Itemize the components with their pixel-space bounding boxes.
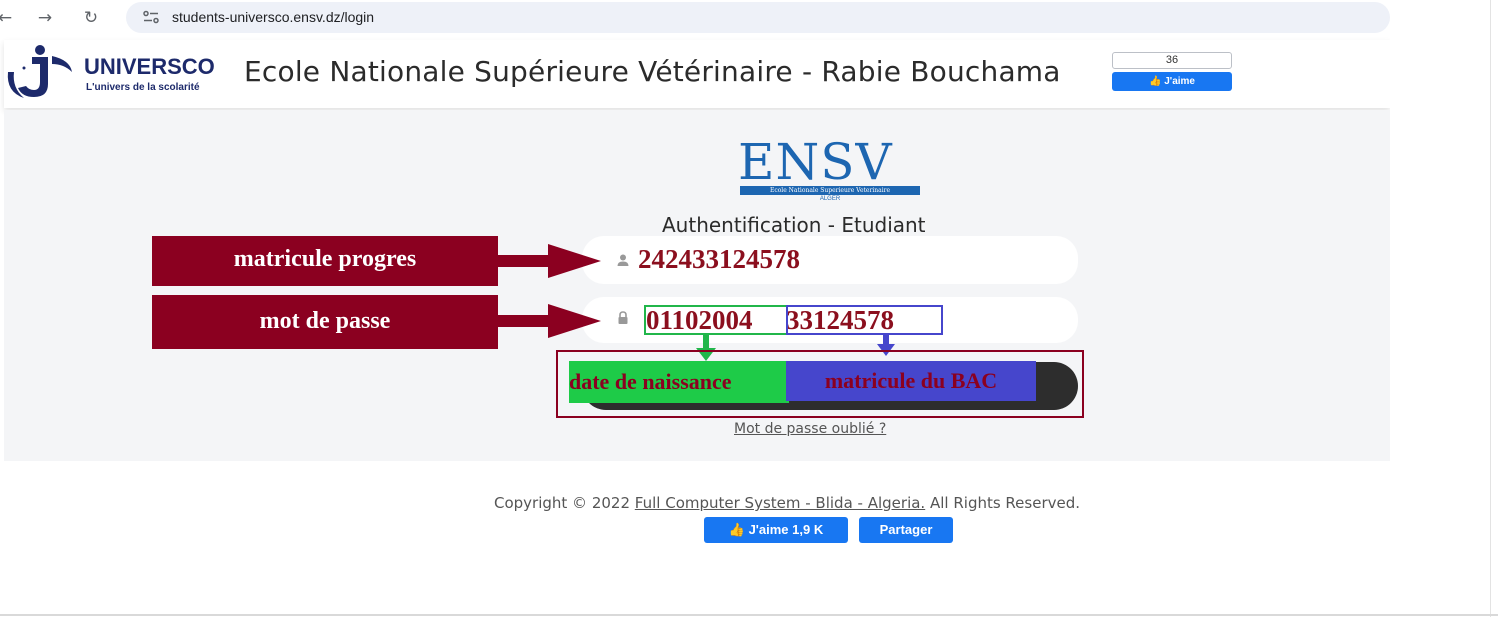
school-title: Ecole Nationale Supérieure Vétérinaire -… [244, 55, 1061, 88]
fb-like-button[interactable]: 👍 J'aime [1112, 72, 1232, 91]
arrow-right-username-icon [498, 244, 601, 278]
universco-logo-icon[interactable] [4, 42, 78, 102]
callout-password: mot de passe [152, 295, 498, 349]
date-tag-label: date de naissance [569, 369, 732, 394]
ensv-logo: ENSV Ecole Nationale Superieure Veterina… [738, 136, 924, 206]
forward-arrow-icon[interactable]: → [34, 7, 56, 29]
footer-share-label: Partager [879, 522, 933, 537]
callout-username-label: matricule progres [233, 246, 417, 272]
copyright-company-link[interactable]: Full Computer System - Blida - Algeria. [635, 494, 925, 512]
copyright-suffix: All Rights Reserved. [929, 494, 1081, 512]
bac-tag: matricule du BAC [786, 361, 1036, 401]
callout-username: matricule progres [152, 236, 498, 286]
thumbs-up-icon: 👍 [1149, 76, 1165, 87]
reload-icon[interactable]: ↻ [80, 7, 102, 29]
ensv-logo-city: ALGER [819, 196, 841, 202]
footer-share-button[interactable]: Partager [859, 517, 953, 543]
ensv-logo-text: ENSV [738, 133, 893, 191]
page-right-margin [1390, 36, 1498, 617]
scrollbar-track[interactable] [1490, 0, 1491, 617]
brand-tagline: L'univers de la scolarité [86, 82, 200, 93]
ensv-logo-band: Ecole Nationale Superieure Veterinaire [740, 186, 920, 195]
username-value[interactable]: 242433124578 [638, 244, 800, 275]
lock-icon [618, 311, 628, 324]
site-header: UNIVERSCO L'univers de la scolarité Ecol… [4, 40, 1390, 108]
user-icon [617, 254, 629, 266]
url-text[interactable]: students-universco.ensv.dz/login [172, 9, 374, 25]
brand-name[interactable]: UNIVERSCO [84, 54, 215, 80]
page: ← → ↻ students-universco.ensv.dz/login U… [0, 0, 1498, 617]
back-arrow-icon[interactable]: ← [0, 7, 16, 29]
fb-like-label: J'aime [1164, 76, 1195, 87]
page-title: Authentification - Etudiant [662, 213, 926, 237]
window-bottom-border [0, 614, 1498, 616]
bac-tag-label: matricule du BAC [824, 368, 998, 393]
arrow-right-password-icon [498, 304, 601, 338]
forgot-password-link[interactable]: Mot de passe oublié ? [734, 421, 886, 437]
address-bar[interactable]: students-universco.ensv.dz/login [126, 2, 1390, 33]
password-date-highlight [644, 305, 788, 335]
footer-like-button[interactable]: 👍 J'aime 1,9 K [704, 517, 848, 543]
date-tag: date de naissance [569, 361, 789, 403]
footer-like-label: J'aime 1,9 K [748, 522, 824, 537]
copyright-text: Copyright © 2022 Full Computer System - … [494, 494, 1080, 512]
callout-password-label: mot de passe [259, 308, 391, 334]
facebook-like-widget[interactable]: 36 👍 J'aime [1112, 52, 1232, 91]
site-info-icon[interactable] [142, 10, 160, 24]
browser-toolbar: ← → ↻ students-universco.ensv.dz/login [0, 0, 1498, 36]
thumbs-up-icon: 👍 [728, 522, 749, 537]
password-bac-highlight [786, 305, 943, 335]
fb-like-count: 36 [1112, 52, 1232, 69]
username-field[interactable]: 242433124578 [582, 236, 1078, 284]
copyright-prefix: Copyright © 2022 [494, 494, 631, 512]
